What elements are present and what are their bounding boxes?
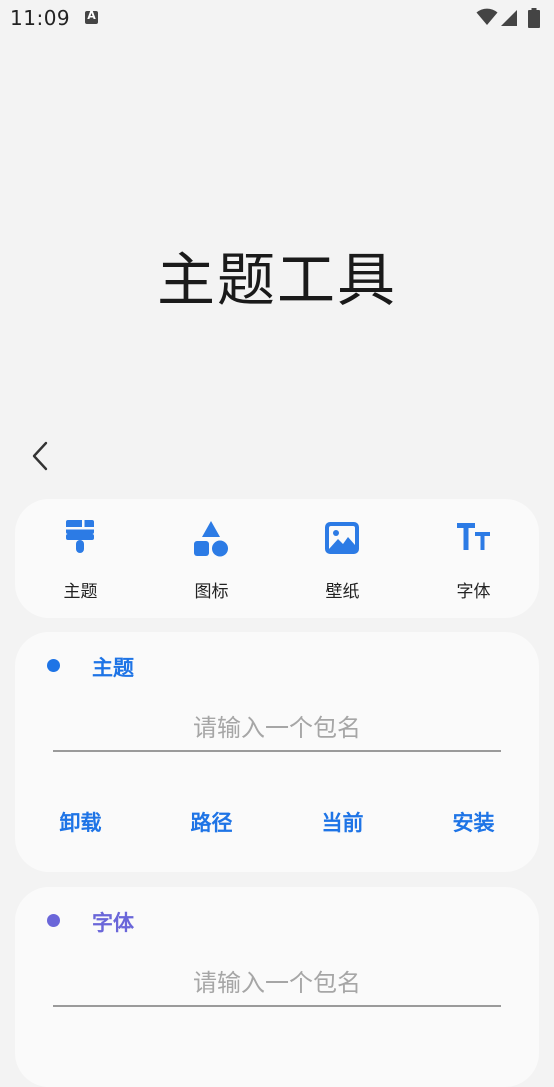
status-bar: 11:09 A bbox=[0, 0, 554, 38]
battery-icon bbox=[528, 8, 540, 28]
nav-item-icons[interactable]: 图标 bbox=[146, 499, 277, 618]
font-section-title: 字体 bbox=[92, 911, 134, 935]
wifi-icon bbox=[476, 8, 498, 25]
uninstall-button[interactable]: 卸载 bbox=[15, 807, 146, 837]
font-icon bbox=[457, 523, 490, 550]
page-title: 主题工具 bbox=[156, 246, 397, 314]
theme-section-dot bbox=[47, 659, 60, 672]
notification-icon: A bbox=[85, 9, 98, 24]
status-time: 11:09 bbox=[10, 6, 71, 30]
current-button[interactable]: 当前 bbox=[277, 807, 408, 837]
nav-item-font[interactable]: 字体 bbox=[408, 499, 539, 618]
image-icon bbox=[325, 522, 359, 554]
nav-item-label: 字体 bbox=[456, 582, 491, 602]
nav-item-label: 壁纸 bbox=[325, 582, 360, 602]
path-button[interactable]: 路径 bbox=[146, 807, 277, 837]
nav-item-label: 图标 bbox=[194, 582, 229, 602]
nav-card: 主题 图标 壁纸 字体 bbox=[15, 499, 539, 618]
paint-brush-icon bbox=[66, 520, 94, 553]
notification-letter: A bbox=[87, 9, 96, 22]
chevron-left-icon bbox=[32, 441, 48, 471]
font-section-dot bbox=[47, 914, 60, 927]
theme-section-card: 主题 卸载 路径 当前 安装 bbox=[15, 632, 539, 872]
theme-actions: 卸载 路径 当前 安装 bbox=[15, 807, 539, 847]
nav-item-label: 主题 bbox=[63, 582, 98, 602]
theme-package-input[interactable] bbox=[53, 706, 501, 752]
shapes-icon bbox=[194, 521, 228, 557]
back-button[interactable] bbox=[24, 438, 60, 474]
signal-icon bbox=[501, 10, 517, 26]
font-section-card: 字体 bbox=[15, 887, 539, 1087]
font-package-input[interactable] bbox=[53, 961, 501, 1007]
theme-section-title: 主题 bbox=[92, 656, 134, 680]
nav-item-wallpaper[interactable]: 壁纸 bbox=[277, 499, 408, 618]
install-button[interactable]: 安装 bbox=[408, 807, 539, 837]
nav-item-theme[interactable]: 主题 bbox=[15, 499, 146, 618]
